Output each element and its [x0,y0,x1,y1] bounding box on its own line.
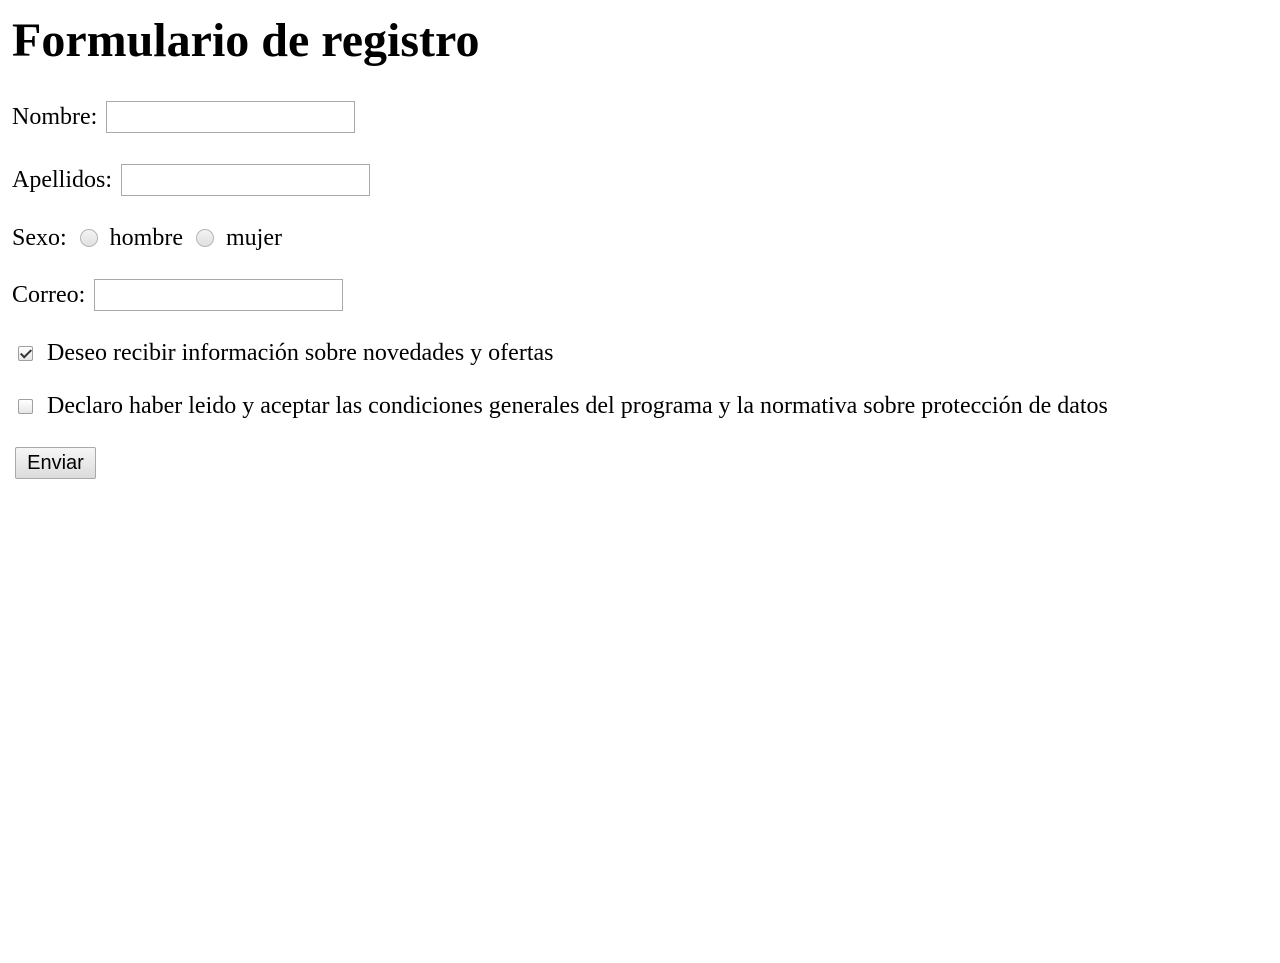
correo-label: Correo: [12,281,86,308]
sexo-row: Sexo: hombre mujer [12,222,282,254]
newsletter-label[interactable]: Deseo recibir información sobre novedade… [47,340,553,367]
correo-row: Correo: [12,279,344,311]
radio-mujer-label[interactable]: mujer [226,225,282,252]
terms-row: Declaro haber leido y aceptar las condic… [18,390,1108,422]
apellidos-input[interactable] [121,164,370,196]
terms-checkbox-icon[interactable] [18,398,33,414]
radio-mujer[interactable] [195,229,214,247]
apellidos-row: Apellidos: [12,164,370,196]
nombre-input[interactable] [106,101,356,133]
submit-button[interactable]: Enviar [15,447,96,479]
terms-label[interactable]: Declaro haber leido y aceptar las condic… [47,393,1108,420]
correo-input[interactable] [94,279,344,311]
radio-hombre[interactable] [79,229,98,247]
apellidos-label: Apellidos: [12,166,112,193]
nombre-label: Nombre: [12,103,98,130]
radio-hombre-label[interactable]: hombre [110,225,183,252]
newsletter-checkbox-icon[interactable] [18,345,33,361]
sexo-label: Sexo: [12,224,67,251]
newsletter-row: Deseo recibir información sobre novedade… [18,337,553,369]
page-title: Formulario de registro [12,14,480,67]
nombre-row: Nombre: [12,101,356,133]
